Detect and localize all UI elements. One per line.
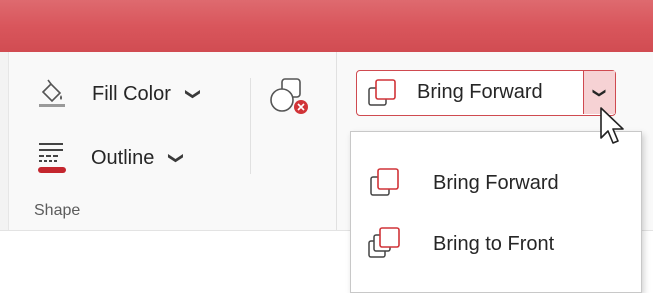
menu-item-label: Bring Forward [433, 171, 559, 194]
bring-forward-split-button[interactable]: Bring Forward ❯ [356, 70, 616, 116]
fill-color-label: Fill Color [92, 82, 171, 105]
outline-label: Outline [91, 146, 155, 169]
shape-group-label: Shape [34, 202, 81, 219]
fill-color-chevron-down-icon[interactable]: ❯ [184, 88, 202, 101]
change-shape-icon [270, 78, 308, 114]
ribbon-left-edge [0, 52, 9, 230]
group-separator-2 [336, 52, 337, 230]
menu-item-label: Bring to Front [433, 232, 555, 255]
title-bar [0, 0, 653, 52]
bring-forward-label: Bring Forward [417, 81, 543, 103]
mouse-cursor-icon [598, 106, 628, 150]
bring-forward-icon [365, 76, 399, 110]
outline-button[interactable]: Outline ❯ [34, 140, 186, 176]
outline-icon [34, 140, 70, 176]
bring-to-front-icon [365, 224, 405, 264]
bring-forward-icon [365, 163, 405, 203]
chevron-down-icon: ❯ [592, 87, 608, 98]
menu-item-bring-to-front[interactable]: Bring to Front [351, 214, 639, 274]
bring-forward-menu: Bring Forward Bring to Front [350, 131, 642, 293]
menu-item-bring-forward[interactable]: Bring Forward [351, 153, 639, 213]
fill-color-icon [34, 76, 70, 112]
group-separator [250, 78, 251, 174]
change-shape-button[interactable] [268, 76, 308, 116]
fill-color-button[interactable]: Fill Color ❯ [34, 76, 202, 112]
bring-forward-button[interactable]: Bring Forward [357, 71, 583, 114]
outline-chevron-down-icon[interactable]: ❯ [168, 152, 186, 165]
